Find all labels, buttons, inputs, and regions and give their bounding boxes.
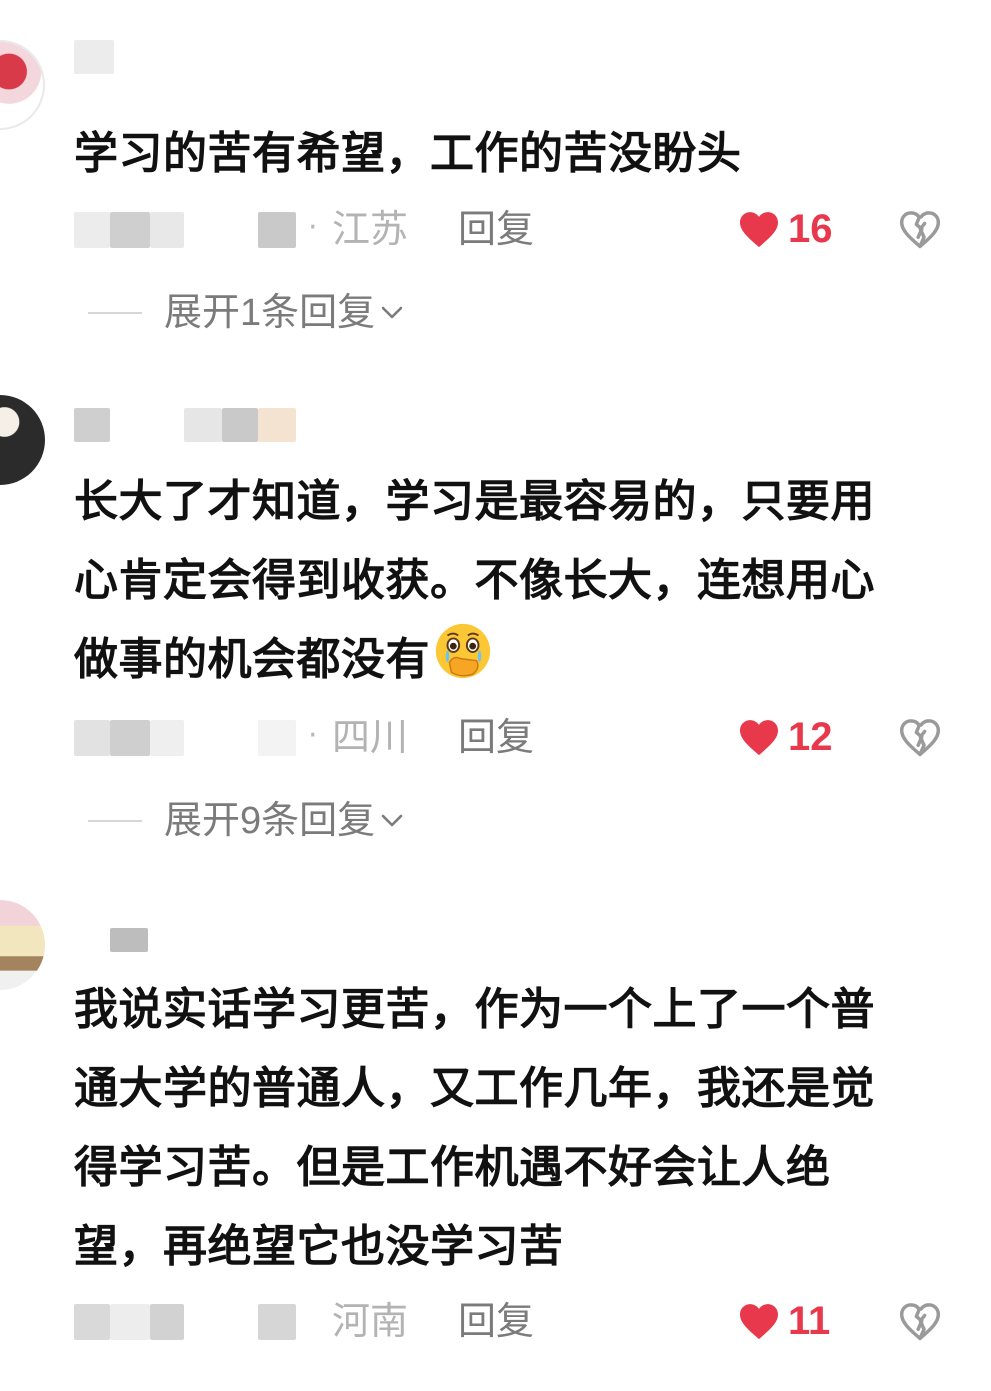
separator-dot: · [308, 210, 318, 245]
like-count: 16 [788, 207, 833, 251]
comment-meta: 河南 回复 11 [74, 1292, 954, 1352]
like-count: 12 [788, 715, 833, 759]
chevron-down-icon [381, 306, 403, 319]
expand-replies-label: 展开9条回复 [164, 800, 376, 842]
like-button[interactable]: 11 [738, 1296, 830, 1346]
separator-dot: · [308, 718, 318, 753]
expand-divider [88, 820, 142, 822]
reply-button[interactable]: 回复 [458, 204, 534, 254]
like-button[interactable]: 16 [738, 204, 833, 254]
location-label: 河南 [332, 1299, 409, 1343]
reply-button[interactable]: 回复 [458, 712, 534, 762]
expand-divider [88, 312, 142, 314]
like-count: 11 [788, 1299, 831, 1343]
user-avatar[interactable] [0, 900, 45, 990]
comment-meta: · 江苏 回复 16 [74, 200, 954, 260]
heart-filled-icon [740, 1304, 778, 1340]
broken-heart-icon[interactable] [898, 1300, 942, 1342]
comment-text: 长大了才知道，学习是最容易的，只要用 心肯定会得到收获。不像长大，连想用心 做事… [74, 462, 964, 699]
reply-button[interactable]: 回复 [458, 1296, 534, 1346]
crying-hand-over-mouth-emoji [435, 623, 491, 679]
broken-heart-icon[interactable] [898, 208, 942, 250]
comment-text: 我说实话学习更苦，作为一个上了一个普 通大学的普通人，又工作几年，我还是觉 得学… [74, 984, 875, 1272]
expand-replies-label: 展开1条回复 [164, 292, 376, 334]
expand-replies-button[interactable]: 展开1条回复 [88, 288, 405, 338]
user-avatar[interactable] [0, 395, 45, 485]
location-label: 江苏 [332, 207, 409, 251]
broken-heart-icon[interactable] [898, 716, 942, 758]
expand-replies-button[interactable]: 展开9条回复 [88, 796, 405, 846]
timestamp-blurred [74, 1304, 110, 1340]
location-label: 四川 [332, 715, 409, 759]
heart-filled-icon [740, 720, 778, 756]
timestamp-blurred [74, 212, 110, 248]
chevron-down-icon [381, 814, 403, 827]
heart-filled-icon [740, 212, 778, 248]
like-button[interactable]: 12 [738, 712, 833, 762]
user-avatar[interactable] [0, 40, 45, 130]
timestamp-blurred [74, 720, 110, 756]
comment-meta: · 四川 回复 12 [74, 708, 954, 768]
comment-text: 学习的苦有希望，工作的苦没盼头 [74, 128, 742, 179]
